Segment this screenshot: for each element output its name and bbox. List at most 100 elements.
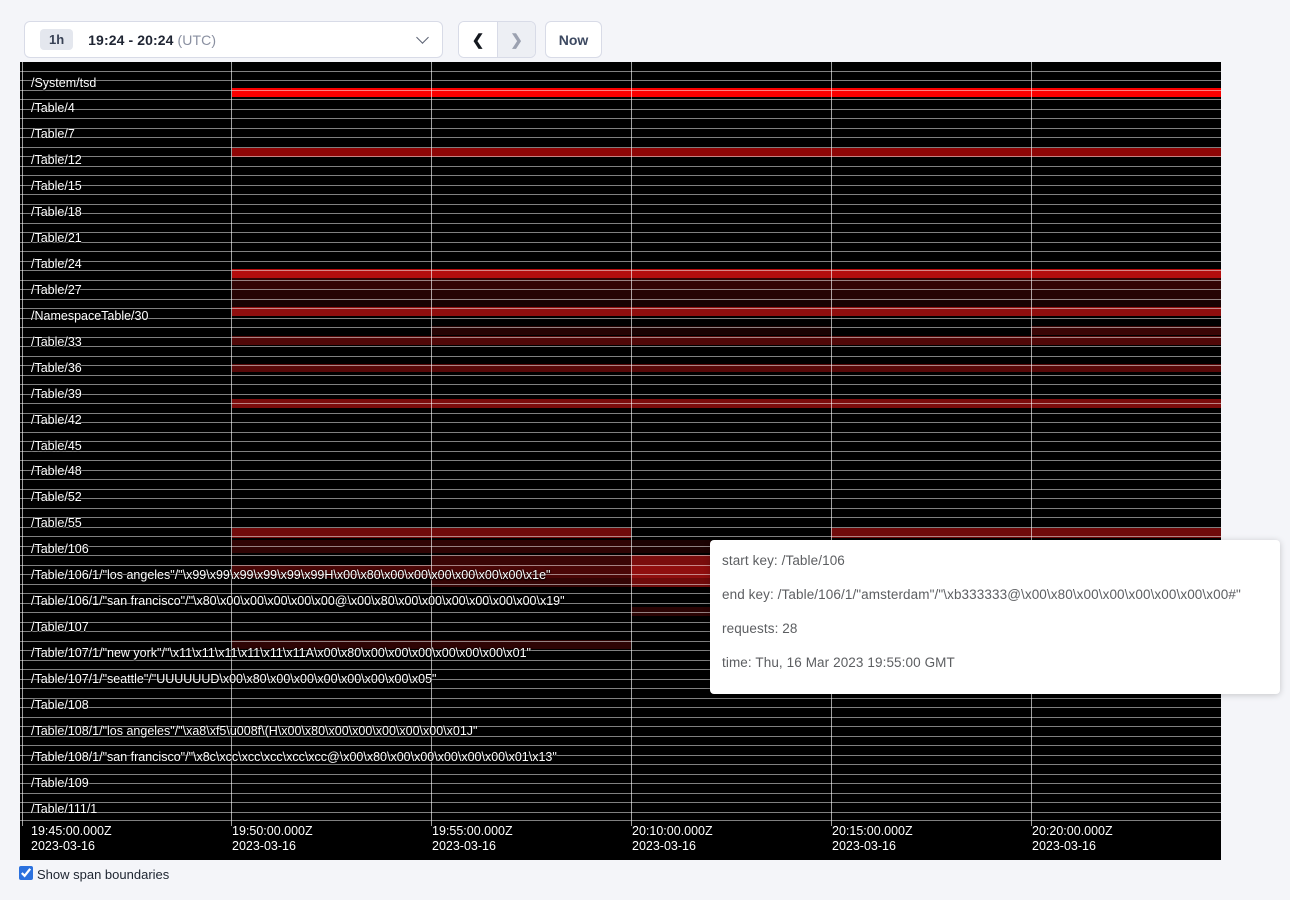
time-gridline (22, 62, 23, 826)
span-boundary-line (20, 337, 1221, 338)
row-label: /Table/107 (31, 620, 89, 634)
row-label: /Table/18 (31, 205, 82, 219)
row-label: /Table/106/1/"los angeles"/"\x99\x99\x99… (31, 568, 550, 582)
row-label: /Table/33 (31, 335, 82, 349)
prev-button[interactable]: ❮ (459, 22, 497, 57)
row-label: /Table/108/1/"los angeles"/"\xa8\xf5\u00… (31, 724, 478, 738)
heat-bar (431, 555, 631, 565)
chevron-down-icon (416, 31, 429, 44)
key-visualizer-canvas[interactable]: /System/tsd/Table/4/Table/7/Table/12/Tab… (20, 62, 1221, 860)
span-boundary-line (20, 299, 1221, 300)
span-boundary-line (20, 261, 1221, 262)
span-boundary-line (20, 204, 1221, 205)
row-label: /Table/42 (31, 413, 82, 427)
row-label: /Table/55 (31, 516, 82, 530)
row-label: /Table/52 (31, 490, 82, 504)
span-boundary-line (20, 422, 1221, 423)
span-boundary-line (20, 137, 1221, 138)
row-label: /Table/106/1/"san francisco"/"\x80\x00\x… (31, 594, 565, 608)
row-label: /Table/15 (31, 179, 82, 193)
span-boundary-line (20, 280, 1221, 281)
span-boundary-line (20, 80, 1221, 81)
span-boundary-line (20, 175, 1221, 176)
checkbox-label: Show span boundaries (37, 866, 169, 882)
span-boundary-line (20, 451, 1221, 452)
row-label: /System/tsd (31, 76, 96, 90)
span-boundary-line (20, 99, 1221, 100)
span-boundary-line (20, 251, 1221, 252)
axis-tick: 19:55:00.000Z2023-03-16 (432, 824, 513, 854)
span-boundary-line (20, 109, 1221, 110)
tooltip-start-key: start key: /Table/106 (722, 553, 1268, 568)
span-boundary-line (20, 479, 1221, 480)
row-label: /Table/36 (31, 361, 82, 375)
show-span-boundaries-checkbox[interactable] (19, 866, 33, 880)
span-boundary-line (20, 394, 1221, 395)
span-boundary-line (20, 242, 1221, 243)
row-label: /Table/107/1/"seattle"/"UUUUUUD\x00\x80\… (31, 672, 436, 686)
span-boundary-line (20, 536, 1221, 537)
span-boundary-line (20, 508, 1221, 509)
axis-tick: 20:10:00.000Z2023-03-16 (632, 824, 713, 854)
row-label: /Table/21 (31, 231, 82, 245)
span-boundary-line (20, 71, 1221, 72)
span-boundary-line (20, 223, 1221, 224)
span-boundary-line (20, 346, 1221, 347)
span-boundary-line (20, 470, 1221, 471)
span-boundary-line (20, 185, 1221, 186)
row-label: /NamespaceTable/30 (31, 309, 148, 323)
time-gridline (231, 62, 232, 826)
time-gridline (831, 62, 832, 826)
span-boundary-line (20, 820, 1221, 821)
row-label: /Table/108 (31, 698, 89, 712)
span-boundary-line (20, 460, 1221, 461)
time-range-select[interactable]: 1h 19:24 - 20:24(UTC) (24, 21, 443, 58)
span-boundary-line (20, 745, 1221, 746)
axis-tick: 19:50:00.000Z2023-03-16 (232, 824, 313, 854)
span-boundary-line (20, 318, 1221, 319)
span-boundary-line (20, 365, 1221, 366)
row-label: /Table/109 (31, 776, 89, 790)
span-boundary-line (20, 232, 1221, 233)
span-boundary-line (20, 289, 1221, 290)
heat-bar (232, 300, 1221, 307)
time-gridline (431, 62, 432, 826)
time-gridline (1031, 62, 1032, 826)
row-label: /Table/39 (31, 387, 82, 401)
span-boundary-line (20, 156, 1221, 157)
span-boundary-line (20, 441, 1221, 442)
row-label: /Table/108/1/"san francisco"/"\x8c\xcc\x… (31, 750, 557, 764)
span-boundary-line (20, 764, 1221, 765)
row-label: /Table/24 (31, 257, 82, 271)
row-label: /Table/111/1 (31, 802, 97, 816)
span-boundary-line (20, 194, 1221, 195)
row-label: /Table/107/1/"new york"/"\x11\x11\x11\x1… (31, 646, 531, 660)
axis-tick: 20:20:00.000Z2023-03-16 (1032, 824, 1113, 854)
tooltip-time: time: Thu, 16 Mar 2023 19:55:00 GMT (722, 655, 1268, 670)
row-label: /Table/45 (31, 439, 82, 453)
span-boundary-line (20, 384, 1221, 385)
span-boundary-line (20, 128, 1221, 129)
row-label: /Table/4 (31, 101, 75, 115)
span-boundary-line (20, 166, 1221, 167)
span-boundary-line (20, 90, 1221, 91)
span-boundary-line (20, 270, 1221, 271)
next-button[interactable]: ❯ (497, 22, 535, 57)
span-boundary-line (20, 812, 1221, 813)
row-label: /Table/12 (31, 153, 82, 167)
span-boundary-line (20, 413, 1221, 414)
span-boundary-line (20, 308, 1221, 309)
span-boundary-line (20, 403, 1221, 404)
span-boundary-line (20, 118, 1221, 119)
now-button[interactable]: Now (545, 21, 602, 58)
span-boundary-line (20, 774, 1221, 775)
span-boundary-line (20, 517, 1221, 518)
span-boundary-line (20, 432, 1221, 433)
heat-bar (631, 540, 711, 553)
span-boundary-line (20, 802, 1221, 803)
span-boundary-line (20, 356, 1221, 357)
timezone-label: (UTC) (178, 32, 217, 48)
row-label: /Table/106 (31, 542, 89, 556)
axis-tick: 20:15:00.000Z2023-03-16 (832, 824, 913, 854)
tooltip-requests: requests: 28 (722, 621, 1268, 636)
